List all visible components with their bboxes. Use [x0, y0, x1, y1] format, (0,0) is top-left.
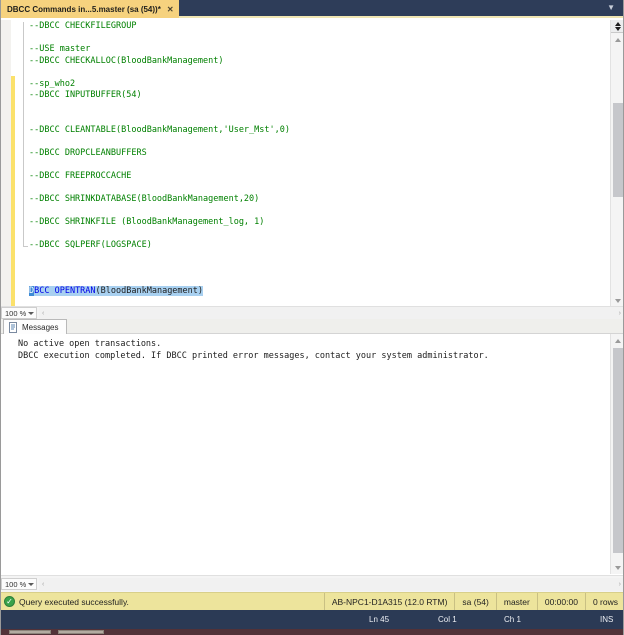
tab-list-chevron-icon[interactable]: ▼ [607, 4, 615, 12]
editor-bottom-row: 100 % ‹ › [1, 306, 623, 320]
scroll-right-icon[interactable]: › [619, 310, 621, 317]
code-line: --DBCC INPUTBUFFER(54) [29, 90, 142, 100]
current-database: master [495, 593, 537, 610]
code-line: --DBCC SHRINKDATABASE(BloodBankManagemen… [29, 193, 260, 204]
splitter-up-arrow-icon [615, 21, 621, 26]
row-count: 0 rows [584, 593, 623, 610]
code-line: --DBCC FREEPROCCACHE [29, 170, 132, 181]
messages-pane[interactable]: No active open transactions. DBCC executi… [1, 334, 623, 575]
code-line: --DBCC CHECKALLOC(BloodBankManagement) [29, 55, 224, 66]
char-indicator: Ch 1 [504, 615, 521, 624]
taskbar-fragment [58, 630, 104, 634]
login-user: sa (54) [454, 593, 495, 610]
messages-tab-label: Messages [22, 322, 59, 332]
zoom-dropdown-icon [28, 311, 34, 315]
region-bracket-line [23, 22, 24, 246]
insert-mode-indicator: INS [600, 615, 614, 624]
results-scroll-thumb[interactable] [613, 348, 623, 553]
editor-selection-margin [1, 20, 11, 306]
code-lines: --DBCC CHECKFILEGROUP --USE master --DBCC… [29, 21, 290, 297]
code-line: --DBCC SHRINKFILE (BloodBankManagement_l… [29, 216, 265, 227]
scroll-right-icon[interactable]: › [619, 581, 621, 588]
code-line: --USE master [29, 44, 91, 54]
query-editor[interactable]: --DBCC CHECKFILEGROUP --USE master --DBCC… [1, 20, 623, 306]
success-check-icon: ✓ [4, 596, 15, 607]
selected-code-segment: BCC OPENTRAN [34, 285, 96, 296]
code-line: --DBCC CHECKFILEGROUP [29, 21, 137, 31]
region-bracket-foot [23, 246, 28, 247]
tab-messages[interactable]: Messages [3, 319, 68, 334]
ssms-window: DBCC Commands in...5.master (sa (54))* ✕… [0, 0, 624, 635]
editor-position-bar: Ln 45 Col 1 Ch 1 INS [1, 610, 623, 629]
results-horizontal-scrollbar[interactable]: ‹ › [39, 578, 623, 591]
results-vertical-scrollbar[interactable] [610, 334, 623, 574]
taskbar-fragment [9, 630, 51, 634]
code-line: --DBCC CLEANTABLE(BloodBankManagement,'U… [29, 124, 290, 135]
execution-time: 00:00:00 [536, 593, 585, 610]
close-icon[interactable]: ✕ [167, 5, 174, 14]
code-line: --DBCC DROPCLEANBUFFERS [29, 147, 147, 158]
message-line: No active open transactions. [18, 339, 162, 349]
results-tab-bar: Messages [1, 319, 623, 334]
scroll-up-icon[interactable] [611, 34, 623, 45]
line-indicator: Ln 45 [369, 615, 390, 624]
change-tracking-bar [11, 76, 15, 306]
splitter-down-arrow-icon [615, 26, 621, 31]
editor-vertical-scrollbar[interactable] [610, 20, 623, 306]
document-tab-bar: DBCC Commands in...5.master (sa (54))* ✕… [1, 0, 623, 18]
results-zoom-value: 100 % [5, 579, 27, 589]
code-line: --DBCC SQLPERF(LOGSPACE) [29, 239, 152, 250]
code-line: --sp_who2 [29, 78, 76, 89]
selected-code-line[interactable]: DBCC OPENTRAN(BloodBankManagement) [29, 285, 290, 298]
messages-icon [9, 321, 17, 333]
zoom-dropdown-icon [28, 582, 34, 586]
results-bottom-row: 100 % ‹ › [1, 575, 623, 592]
scroll-down-icon[interactable] [611, 562, 623, 573]
splitter-handle-icon[interactable] [611, 20, 623, 33]
messages-text: No active open transactions. DBCC executi… [18, 338, 489, 362]
editor-zoom-control[interactable]: 100 % [1, 307, 37, 319]
selected-code-segment: (BloodBankManagement) [95, 285, 204, 296]
document-tab[interactable]: DBCC Commands in...5.master (sa (54))* ✕ [1, 0, 179, 18]
editor-scroll-thumb[interactable] [613, 103, 623, 197]
scroll-up-icon[interactable] [611, 335, 623, 346]
query-status-bar: ✓ Query executed successfully. AB-NPC1-D… [1, 592, 623, 610]
results-zoom-control[interactable]: 100 % [1, 578, 37, 590]
server-name: AB-NPC1-D1A315 (12.0 RTM) [323, 593, 455, 610]
message-line: DBCC execution completed. If DBCC printe… [18, 351, 489, 361]
scroll-down-icon[interactable] [611, 295, 623, 306]
query-status-message: Query executed successfully. [19, 596, 129, 607]
scroll-left-icon[interactable]: ‹ [42, 310, 44, 317]
column-indicator: Col 1 [438, 615, 457, 624]
document-tab-title: DBCC Commands in...5.master (sa (54))* [7, 4, 161, 14]
scroll-left-icon[interactable]: ‹ [42, 581, 44, 588]
editor-zoom-value: 100 % [5, 308, 27, 318]
screen-edge-strip [1, 629, 623, 635]
